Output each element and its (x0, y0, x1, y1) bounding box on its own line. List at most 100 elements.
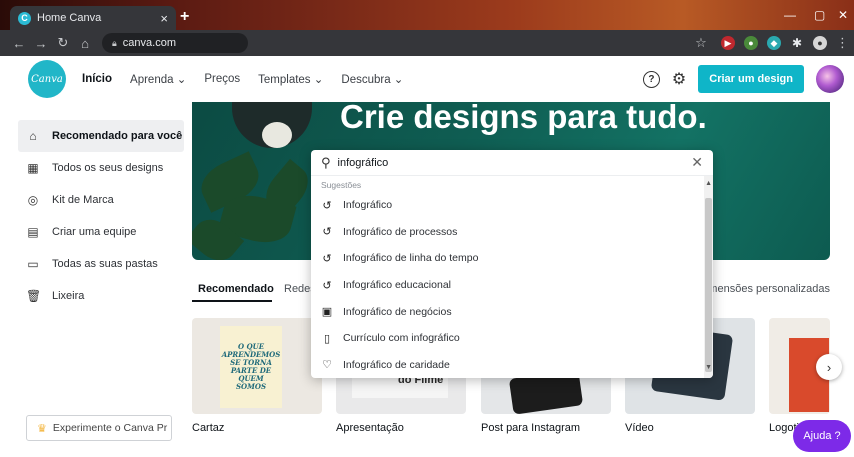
scroll-down-arrow-icon[interactable]: ▼ (705, 364, 712, 371)
suggestion-item[interactable]: ↺ Infográfico educacional (311, 272, 713, 299)
extensions-area: ☆ ▶ ● ◆ ✱ ● ⋮ (690, 35, 849, 51)
suggestion-label: Infográfico (343, 199, 393, 212)
try-canva-pro-button[interactable]: ♛ Experimente o Canva Pr (26, 415, 172, 441)
url-field[interactable]: 🔒︎ canva.com (102, 33, 248, 53)
profile-icon[interactable]: ● (813, 36, 827, 50)
nav-aprenda[interactable]: Aprenda ⌄ (130, 72, 186, 86)
tab-dimensoes[interactable]: Dimensões personalizadas (698, 283, 830, 295)
sidebar-item-kit-de-marca[interactable]: ◎ Kit de Marca (18, 184, 184, 216)
sidebar-item-label: Criar uma equipe (52, 226, 137, 238)
lock-icon: 🔒︎ (112, 37, 117, 48)
browser-tab-bar: C Home Canva × + — ▢ ✕ (0, 0, 854, 30)
suggestion-label: Infográfico de processos (343, 225, 458, 238)
suggestion-item[interactable]: ♡ Infográfico de caridade (311, 352, 713, 378)
card-label-apresentacao[interactable]: Apresentação (336, 422, 404, 434)
nav-inicio[interactable]: Início (82, 73, 112, 85)
sidebar-item-recomendado[interactable]: ⌂ Recomendado para você (18, 120, 184, 152)
create-design-button[interactable]: Criar um design (698, 65, 804, 93)
suggestion-item[interactable]: ↺ Infográfico de processos (311, 219, 713, 246)
active-tab-underline (192, 300, 272, 302)
suggestion-label: Currículo com infográfico (343, 332, 460, 345)
window-minimize-button[interactable]: — (784, 8, 796, 22)
brand-icon: ◎ (27, 193, 39, 207)
hero-cup-inner (262, 122, 292, 148)
trash-icon: 🗑︎ (26, 289, 42, 303)
grid-icon: ▦ (27, 161, 39, 175)
tab-close-icon[interactable]: × (160, 11, 168, 26)
browser-tab[interactable]: C Home Canva × (10, 6, 176, 30)
back-arrow-icon[interactable]: ← (8, 36, 30, 51)
suggestion-label: Infográfico de caridade (343, 358, 450, 371)
suggestion-label: Infográfico educacional (343, 279, 451, 292)
search-icon: ⚲ (321, 154, 331, 170)
suggestion-label: Infográfico de linha do tempo (343, 252, 479, 265)
main-nav: Início Aprenda ⌄ Preços Templates ⌄ Desc… (82, 72, 403, 86)
card-label-video[interactable]: Vídeo (625, 422, 654, 434)
card-label-cartaz[interactable]: Cartaz (192, 422, 224, 434)
extension-red-icon[interactable]: ▶ (721, 36, 735, 50)
settings-gear-icon[interactable]: ⚙ (672, 69, 686, 89)
scroll-up-arrow-icon[interactable]: ▲ (705, 180, 712, 187)
sidebar-item-pastas[interactable]: ▭ Todas as suas pastas (18, 248, 184, 280)
canva-favicon-icon: C (18, 11, 31, 25)
history-icon: ↺ (322, 279, 332, 292)
forward-arrow-icon[interactable]: → (30, 36, 52, 51)
history-icon: ↺ (322, 226, 332, 239)
charity-icon: ♡ (322, 359, 332, 372)
history-icon: ↺ (322, 199, 332, 212)
card-label-post-instagram[interactable]: Post para Instagram (481, 422, 580, 434)
suggestion-item[interactable]: ↺ Infográfico de linha do tempo (311, 245, 713, 272)
canva-header: Canva Início Aprenda ⌄ Preços Templates … (0, 56, 854, 102)
header-actions: ? ⚙ Criar um design (642, 56, 844, 102)
window-close-button[interactable]: ✕ (838, 8, 848, 22)
menu-kebab-icon[interactable]: ⋮ (836, 35, 849, 51)
url-text: canva.com (122, 37, 176, 49)
sidebar-item-label: Kit de Marca (52, 194, 114, 206)
extension-shield-icon[interactable]: ◆ (767, 36, 781, 50)
clear-search-icon[interactable]: ✕ (691, 154, 703, 171)
sidebar-item-label: Lixeira (52, 290, 85, 302)
tab-title: Home Canva (37, 12, 102, 24)
bookmark-star-icon[interactable]: ☆ (690, 35, 712, 51)
canva-logo[interactable]: Canva (28, 60, 66, 98)
dropdown-scroll-thumb[interactable] (705, 198, 712, 372)
search-input[interactable]: ⚲ infográfico ✕ (311, 150, 713, 176)
tab-recomendado[interactable]: Recomendado (198, 283, 274, 295)
suggestions-heading: Sugestões (321, 180, 362, 190)
nav-templates[interactable]: Templates ⌄ (258, 72, 323, 86)
help-icon[interactable]: ? (642, 70, 660, 88)
home-icon: ⌂ (29, 129, 37, 143)
avatar[interactable] (816, 65, 844, 93)
search-dropdown: ⚲ infográfico ✕ Sugestões ↺ Infográfico … (311, 150, 713, 378)
suggestion-item[interactable]: ↺ Infográfico (311, 192, 713, 219)
sidebar-item-label: Todos os seus designs (52, 162, 164, 174)
extensions-puzzle-icon[interactable]: ✱ (790, 36, 804, 50)
home-browser-icon[interactable]: ⌂ (74, 36, 96, 51)
poster-line: QUEM SOMOS (235, 374, 267, 392)
hero-title: Crie designs para tudo. (340, 102, 707, 135)
suggestion-item[interactable]: ▣ Infográfico de negócios (311, 298, 713, 325)
window-maximize-button[interactable]: ▢ (814, 8, 825, 22)
new-tab-button[interactable]: + (180, 8, 189, 26)
reload-icon[interactable]: ↻ (52, 35, 74, 51)
nav-precos[interactable]: Preços (204, 73, 240, 85)
carousel-next-arrow-icon[interactable]: › (816, 354, 842, 380)
sidebar-item-lixeira[interactable]: 🗑︎ Lixeira (18, 280, 184, 312)
card-cartaz[interactable]: O QUE APRENDEMOS SE TORNA PARTE DE QUEM … (192, 318, 322, 414)
crown-icon: ♛ (37, 422, 47, 435)
history-icon: ↺ (322, 252, 332, 265)
address-bar: ← → ↻ ⌂ 🔒︎ canva.com ☆ ▶ ● ◆ ✱ ● ⋮ (0, 30, 854, 56)
sidebar-item-designs[interactable]: ▦ Todos os seus designs (18, 152, 184, 184)
folder-icon: ▭ (27, 257, 39, 271)
search-query[interactable]: infográfico (338, 157, 685, 169)
team-icon: ▤ (27, 225, 39, 239)
poster-thumbnail: O QUE APRENDEMOS SE TORNA PARTE DE QUEM … (220, 326, 282, 408)
nav-descubra[interactable]: Descubra ⌄ (341, 72, 403, 86)
briefcase-icon: ▣ (321, 306, 333, 319)
sidebar-item-criar-equipe[interactable]: ▤ Criar uma equipe (18, 216, 184, 248)
try-pro-label: Experimente o Canva Pr (52, 422, 168, 434)
sidebar: ⌂ Recomendado para você ▦ Todos os seus … (18, 120, 184, 312)
extension-green-icon[interactable]: ● (744, 36, 758, 50)
help-button[interactable]: Ajuda ? (793, 420, 851, 452)
suggestion-item[interactable]: ▯ Currículo com infográfico (311, 325, 713, 352)
